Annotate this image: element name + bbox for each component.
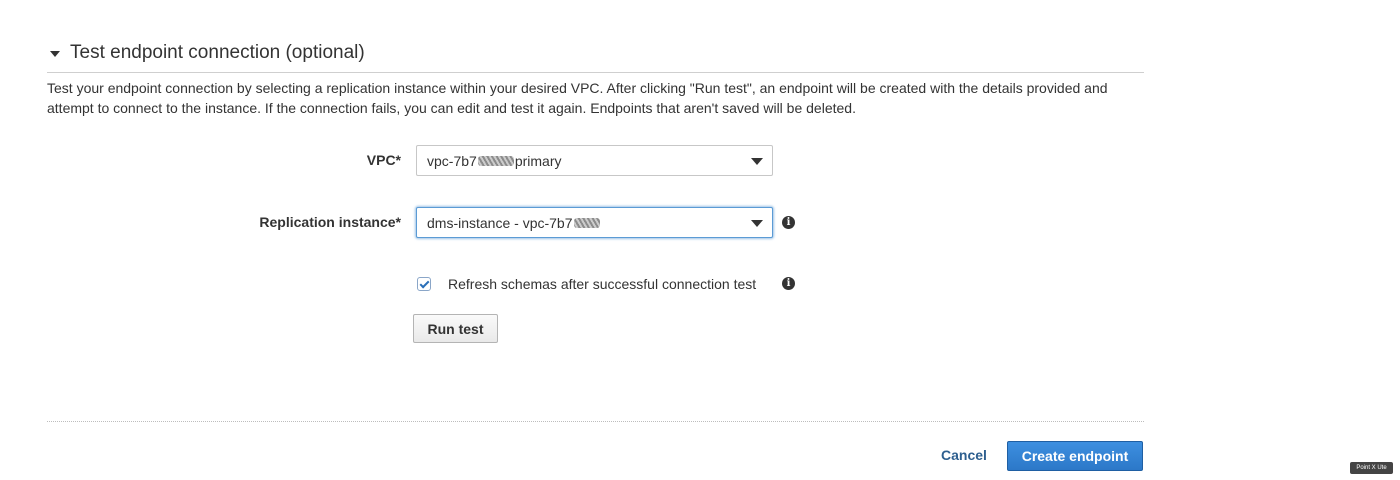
vpc-select[interactable]: vpc-7b7 primary [416, 145, 773, 176]
footer-divider [47, 421, 1144, 422]
caret-down-icon[interactable] [50, 51, 60, 57]
replication-instance-label: Replication instance* [259, 214, 401, 230]
section-toggle[interactable]: Test endpoint connection (optional) [50, 42, 365, 64]
chevron-down-icon [751, 220, 763, 227]
vpc-select-value-suffix: primary [514, 152, 562, 169]
watermark-badge: Point X Ute [1350, 462, 1393, 474]
chevron-down-icon [751, 158, 763, 165]
info-icon[interactable]: i [782, 216, 795, 229]
replication-instance-value-prefix: dms-instance - vpc-7b7 [427, 214, 573, 231]
redacted-mark [573, 217, 600, 228]
vpc-label: VPC* [366, 152, 401, 168]
info-icon[interactable]: i [782, 277, 795, 290]
section-title: Test endpoint connection (optional) [70, 42, 365, 63]
section-description: Test your endpoint connection by selecti… [47, 80, 1108, 116]
redacted-mark [477, 155, 514, 166]
section-divider [47, 72, 1144, 73]
create-endpoint-button[interactable]: Create endpoint [1007, 441, 1143, 471]
run-test-button[interactable]: Run test [413, 314, 498, 343]
replication-instance-select[interactable]: dms-instance - vpc-7b7 [416, 207, 773, 238]
cancel-button[interactable]: Cancel [941, 447, 987, 463]
refresh-schemas-label[interactable]: Refresh schemas after successful connect… [448, 276, 756, 292]
refresh-schemas-checkbox[interactable] [417, 277, 431, 291]
vpc-select-value-prefix: vpc-7b7 [427, 152, 477, 169]
